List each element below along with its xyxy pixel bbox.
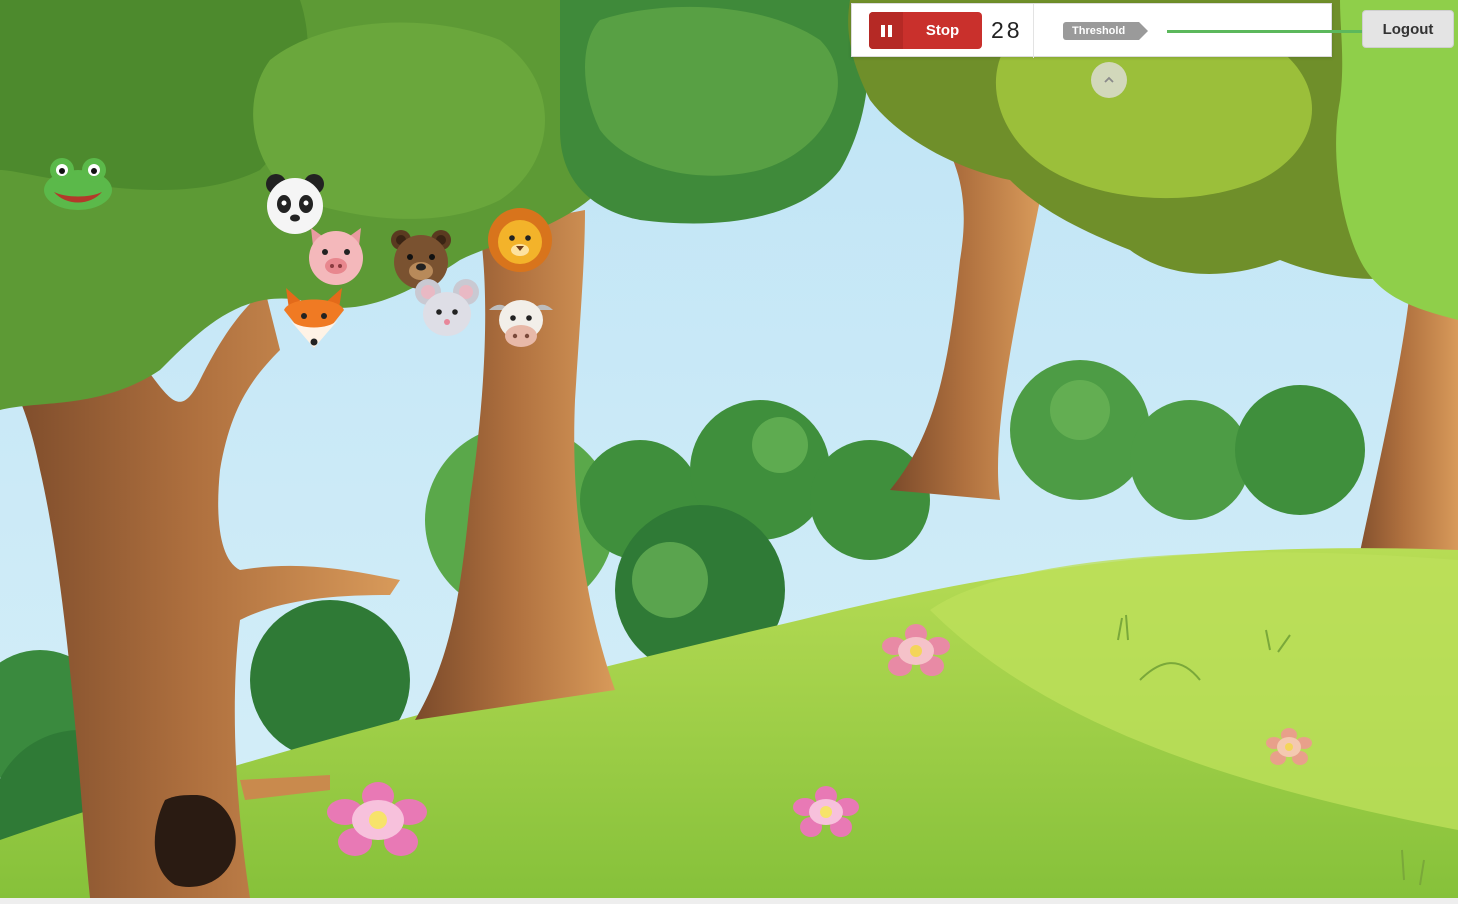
pig-animal[interactable] [303, 222, 373, 292]
fox-animal[interactable] [280, 286, 350, 356]
divider [1033, 4, 1034, 58]
stop-button-label: Stop [925, 22, 960, 39]
cow-animal[interactable] [487, 290, 557, 360]
frog-animal[interactable] [42, 150, 112, 220]
forest-background [0, 0, 1458, 898]
pause-icon [869, 12, 903, 49]
collapse-button[interactable] [1091, 62, 1127, 98]
flower-icon [793, 786, 859, 837]
threshold-slider[interactable] [1167, 30, 1367, 33]
threshold-label: Threshold [1063, 22, 1149, 40]
game-scene [0, 0, 1458, 898]
frog-icon [44, 158, 112, 210]
flower-icon [1266, 728, 1312, 765]
mouse-animal[interactable] [414, 276, 484, 346]
counter-value: 28 [991, 17, 1023, 43]
chevron-up-icon [1104, 76, 1114, 83]
flower-icon [882, 624, 950, 676]
flower-icon [327, 782, 427, 856]
logout-button[interactable]: Logout [1362, 10, 1454, 48]
stop-button[interactable]: Stop [869, 12, 982, 49]
pig-icon [309, 228, 363, 285]
fox-icon [284, 288, 344, 348]
lion-icon [488, 208, 552, 272]
bottom-strip [0, 898, 1458, 904]
cow-icon [489, 300, 553, 347]
control-bar: Stop 28 Threshold [851, 3, 1367, 58]
mouse-icon [415, 279, 479, 336]
lion-animal[interactable] [486, 206, 556, 276]
